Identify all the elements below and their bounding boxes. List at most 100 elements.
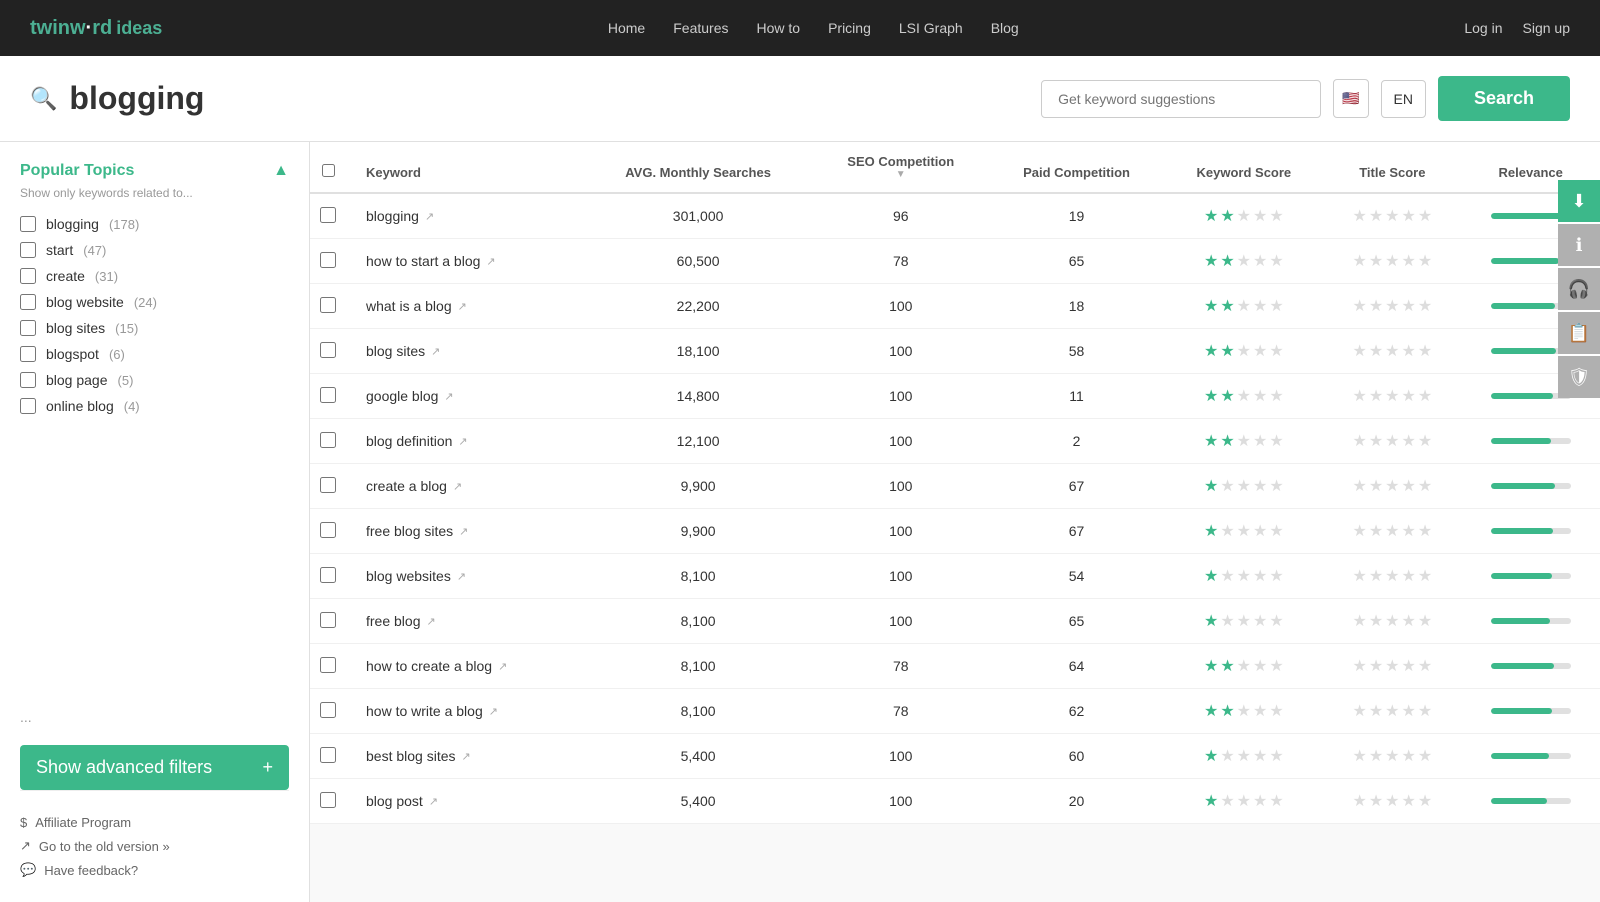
row-checkbox[interactable] bbox=[320, 477, 336, 493]
topic-item[interactable]: start (47) bbox=[20, 242, 289, 258]
external-link-icon: ↗ bbox=[457, 570, 466, 583]
audio-button[interactable]: 🎧 bbox=[1558, 268, 1600, 310]
keyword-link[interactable]: what is a blog ↗ bbox=[366, 298, 573, 314]
flag-select[interactable]: 🇺🇸 bbox=[1333, 79, 1368, 118]
topic-item[interactable]: online blog (4) bbox=[20, 398, 289, 414]
row-checkbox[interactable] bbox=[320, 792, 336, 808]
star-empty: ★ bbox=[1402, 566, 1416, 586]
col-seo-competition[interactable]: SEO Competition ▼ bbox=[813, 142, 989, 193]
relevance-bar-bg bbox=[1491, 438, 1571, 444]
keyword-link[interactable]: blog post ↗ bbox=[366, 793, 573, 809]
sidebar-footer-item[interactable]: 💬 Have feedback? bbox=[20, 858, 289, 882]
avg-monthly-value: 9,900 bbox=[583, 509, 813, 554]
topic-checkbox[interactable] bbox=[20, 268, 36, 284]
info-button[interactable]: ℹ bbox=[1558, 224, 1600, 266]
nav-pricing[interactable]: Pricing bbox=[828, 20, 871, 36]
topic-checkbox[interactable] bbox=[20, 346, 36, 362]
shield-button[interactable]: 🛡 bbox=[1558, 356, 1600, 398]
row-checkbox[interactable] bbox=[320, 432, 336, 448]
keyword-link[interactable]: blogging ↗ bbox=[366, 208, 573, 224]
table-row: how to write a blog ↗ 8,100 78 62 ★★★★★ … bbox=[310, 689, 1600, 734]
lang-select[interactable]: EN bbox=[1381, 80, 1426, 118]
relevance-bar bbox=[1491, 618, 1550, 624]
topic-item[interactable]: blogspot (6) bbox=[20, 346, 289, 362]
topic-item[interactable]: blog sites (15) bbox=[20, 320, 289, 336]
nav-blog[interactable]: Blog bbox=[991, 20, 1019, 36]
row-checkbox[interactable] bbox=[320, 207, 336, 223]
topic-item[interactable]: blogging (178) bbox=[20, 216, 289, 232]
row-checkbox[interactable] bbox=[320, 522, 336, 538]
topic-item[interactable]: blog page (5) bbox=[20, 372, 289, 388]
row-checkbox[interactable] bbox=[320, 657, 336, 673]
keyword-link[interactable]: how to create a blog ↗ bbox=[366, 658, 573, 674]
table-body: blogging ↗ 301,000 96 19 ★★★★★ ★★★★★ how… bbox=[310, 193, 1600, 824]
row-checkbox[interactable] bbox=[320, 702, 336, 718]
topic-checkbox[interactable] bbox=[20, 216, 36, 232]
row-checkbox[interactable] bbox=[320, 342, 336, 358]
star-empty: ★ bbox=[1385, 476, 1399, 496]
topic-checkbox[interactable] bbox=[20, 320, 36, 336]
row-checkbox[interactable] bbox=[320, 252, 336, 268]
star-empty: ★ bbox=[1385, 746, 1399, 766]
row-checkbox[interactable] bbox=[320, 297, 336, 313]
keyword-text: free blog bbox=[366, 613, 420, 629]
nav-lsigraph[interactable]: LSI Graph bbox=[899, 20, 963, 36]
keyword-link[interactable]: free blog ↗ bbox=[366, 613, 573, 629]
row-checkbox[interactable] bbox=[320, 612, 336, 628]
keyword-link[interactable]: create a blog ↗ bbox=[366, 478, 573, 494]
col-keyword-score: Keyword Score bbox=[1164, 142, 1323, 193]
topic-checkbox[interactable] bbox=[20, 294, 36, 310]
topic-checkbox[interactable] bbox=[20, 398, 36, 414]
star-empty: ★ bbox=[1237, 656, 1251, 676]
topic-checkbox[interactable] bbox=[20, 242, 36, 258]
keyword-text: google blog bbox=[366, 388, 438, 404]
keyword-link[interactable]: blog sites ↗ bbox=[366, 343, 573, 359]
star-empty: ★ bbox=[1418, 251, 1432, 271]
col-keyword: Keyword bbox=[346, 142, 583, 193]
topic-checkbox[interactable] bbox=[20, 372, 36, 388]
select-all-checkbox[interactable] bbox=[322, 164, 335, 177]
star-empty: ★ bbox=[1352, 566, 1366, 586]
keyword-link[interactable]: blog websites ↗ bbox=[366, 568, 573, 584]
star-empty: ★ bbox=[1369, 611, 1383, 631]
star-empty: ★ bbox=[1253, 476, 1267, 496]
row-checkbox[interactable] bbox=[320, 567, 336, 583]
keyword-link[interactable]: free blog sites ↗ bbox=[366, 523, 573, 539]
keyword-link[interactable]: how to write a blog ↗ bbox=[366, 703, 573, 719]
keyword-link[interactable]: best blog sites ↗ bbox=[366, 748, 573, 764]
star-empty: ★ bbox=[1369, 656, 1383, 676]
keyword-link[interactable]: google blog ↗ bbox=[366, 388, 573, 404]
nav-home[interactable]: Home bbox=[608, 20, 645, 36]
star-empty: ★ bbox=[1253, 566, 1267, 586]
row-checkbox[interactable] bbox=[320, 747, 336, 763]
relevance-value bbox=[1461, 599, 1600, 644]
download-button[interactable]: ⬇ bbox=[1558, 180, 1600, 222]
nav-login[interactable]: Log in bbox=[1464, 20, 1502, 36]
sidebar-footer-item[interactable]: ↗ Go to the old version » bbox=[20, 834, 289, 858]
copy-button[interactable]: 📋 bbox=[1558, 312, 1600, 354]
avg-monthly-value: 18,100 bbox=[583, 329, 813, 374]
nav-signup[interactable]: Sign up bbox=[1523, 20, 1570, 36]
search-button[interactable]: Search bbox=[1438, 76, 1570, 121]
seo-competition-value: 100 bbox=[813, 464, 989, 509]
star-empty: ★ bbox=[1369, 341, 1383, 361]
topic-item[interactable]: create (31) bbox=[20, 268, 289, 284]
star-empty: ★ bbox=[1418, 476, 1432, 496]
topic-label: blog sites bbox=[46, 320, 105, 336]
seo-competition-value: 96 bbox=[813, 193, 989, 239]
keyword-link[interactable]: how to start a blog ↗ bbox=[366, 253, 573, 269]
keyword-input[interactable] bbox=[1041, 80, 1321, 118]
keyword-score-value: ★★★★★ bbox=[1164, 554, 1323, 599]
nav-howto[interactable]: How to bbox=[756, 20, 800, 36]
chevron-up-icon[interactable]: ▲ bbox=[273, 162, 289, 180]
sidebar-footer-item[interactable]: $ Affiliate Program bbox=[20, 811, 289, 834]
star-filled: ★ bbox=[1204, 296, 1218, 316]
topic-item[interactable]: blog website (24) bbox=[20, 294, 289, 310]
topic-count: (24) bbox=[134, 295, 157, 310]
advanced-filters-button[interactable]: Show advanced filters + bbox=[20, 745, 289, 790]
keyword-link[interactable]: blog definition ↗ bbox=[366, 433, 573, 449]
nav-features[interactable]: Features bbox=[673, 20, 728, 36]
star-empty: ★ bbox=[1352, 521, 1366, 541]
row-checkbox[interactable] bbox=[320, 387, 336, 403]
star-empty: ★ bbox=[1269, 791, 1283, 811]
